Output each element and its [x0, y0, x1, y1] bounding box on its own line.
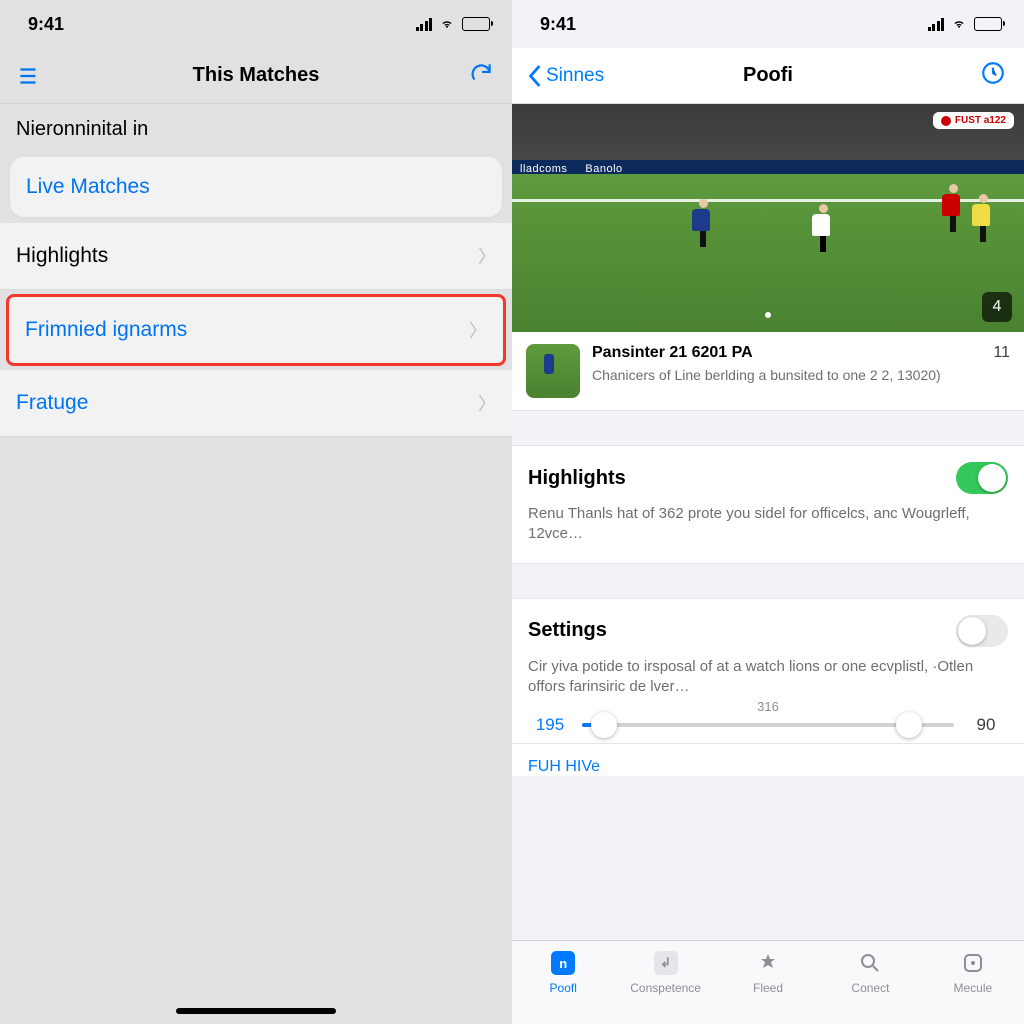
- nav-left-icon[interactable]: [16, 63, 42, 89]
- section-title: Highlights: [528, 467, 626, 490]
- settings-toggle[interactable]: [956, 615, 1008, 647]
- feed-count: 11: [993, 344, 1010, 362]
- menu-item-label: Fratuge: [16, 391, 88, 415]
- menu-item-frimnied[interactable]: Frimnied ignarms 〉: [6, 294, 506, 366]
- cellular-icon: [416, 17, 433, 31]
- refresh-icon: [468, 60, 494, 86]
- battery-icon: [462, 17, 490, 31]
- tab-label: Conect: [851, 981, 889, 995]
- menu-item-label: Live Matches: [26, 175, 150, 198]
- counter-badge: 4: [982, 292, 1012, 322]
- highlights-toggle[interactable]: [956, 462, 1008, 494]
- mecule-icon: [959, 949, 987, 977]
- page-indicator: [765, 312, 771, 318]
- highlights-section: Highlights Renu Thanls hat of 362 prote …: [512, 445, 1024, 564]
- tab-label: Poofl: [550, 981, 577, 995]
- nav-bar: Sinnes Poofi: [512, 48, 1024, 104]
- chevron-right-icon: 〉: [478, 243, 496, 269]
- menu-item-label: Frimnied ignarms: [25, 318, 187, 342]
- back-button[interactable]: Sinnes: [528, 65, 604, 87]
- tab-label: Fleed: [753, 981, 783, 995]
- wifi-icon: [950, 17, 968, 31]
- battery-icon: [974, 17, 1002, 31]
- range-slider[interactable]: 195 316 90: [528, 715, 1008, 735]
- status-bar: 9:41: [0, 0, 512, 48]
- chevron-left-icon: [528, 65, 542, 87]
- clock-icon: [980, 60, 1006, 86]
- slider-thumb-right[interactable]: [896, 712, 922, 738]
- tab-icon-square: n: [551, 951, 575, 975]
- tab-poofl[interactable]: n Poofl: [512, 949, 614, 1024]
- clock-button[interactable]: [980, 60, 1006, 91]
- slider-thumb-left[interactable]: [591, 712, 617, 738]
- tab-icon-square: ↲: [654, 951, 678, 975]
- wifi-icon: [438, 17, 456, 31]
- menu-item-label: Highlights: [16, 244, 108, 268]
- status-icons: [928, 17, 1003, 31]
- tab-conect[interactable]: Conect: [819, 949, 921, 1024]
- feed-item[interactable]: Pansinter 21 6201 PA Chanicers of Line b…: [512, 332, 1024, 411]
- section-header: Nieronninital in: [0, 104, 512, 151]
- menu-item-fratuge[interactable]: Fratuge 〉: [0, 370, 512, 437]
- nav-bar: This Matches: [0, 48, 512, 104]
- feed-subtitle: Chanicers of Line berlding a bunsited to…: [592, 366, 975, 384]
- page-title: This Matches: [193, 64, 320, 87]
- tab-fleed[interactable]: Fleed: [717, 949, 819, 1024]
- tab-label: Mecule: [953, 981, 992, 995]
- page-title: Poofi: [743, 64, 793, 87]
- slider-mid-label: 316: [757, 699, 779, 714]
- slider-min-label: 195: [532, 715, 568, 735]
- feed-thumbnail: [526, 344, 580, 398]
- slider-max-label: 90: [968, 715, 1004, 735]
- status-bar: 9:41: [512, 0, 1024, 48]
- home-indicator[interactable]: [176, 1008, 336, 1014]
- status-icons: [416, 17, 491, 31]
- list-icon: [16, 63, 42, 89]
- status-time: 9:41: [28, 14, 64, 35]
- video-hero[interactable]: lladcomsBanolo FUST a122 4: [512, 104, 1024, 332]
- section-desc: Renu Thanls hat of 362 prote you sidel f…: [528, 504, 1008, 545]
- tab-bar: n Poofl ↲ Conspetence Fleed Conect Mecul…: [512, 940, 1024, 1024]
- live-badge: FUST a122: [933, 112, 1014, 129]
- refresh-button[interactable]: [468, 60, 494, 91]
- chevron-right-icon: 〉: [478, 390, 496, 416]
- settings-section: Settings Cir yiva potide to irsposal of …: [512, 598, 1024, 745]
- tab-label: Conspetence: [630, 981, 701, 995]
- fleed-icon: [754, 949, 782, 977]
- status-time: 9:41: [540, 14, 576, 35]
- cellular-icon: [928, 17, 945, 31]
- chevron-right-icon: 〉: [469, 317, 487, 343]
- back-label: Sinnes: [546, 65, 604, 87]
- slider-track[interactable]: 316: [582, 723, 954, 727]
- section-desc: Cir yiva potide to irsposal of at a watc…: [528, 657, 1008, 698]
- menu-item-highlights[interactable]: Highlights 〉: [0, 223, 512, 290]
- bottom-link[interactable]: FUH HIVe: [512, 744, 1024, 776]
- feed-title: Pansinter 21 6201 PA: [592, 344, 975, 362]
- tab-mecule[interactable]: Mecule: [922, 949, 1024, 1024]
- menu-item-live-matches[interactable]: Live Matches: [10, 157, 502, 217]
- section-title: Settings: [528, 619, 607, 642]
- search-icon: [856, 949, 884, 977]
- tab-conspetence[interactable]: ↲ Conspetence: [614, 949, 716, 1024]
